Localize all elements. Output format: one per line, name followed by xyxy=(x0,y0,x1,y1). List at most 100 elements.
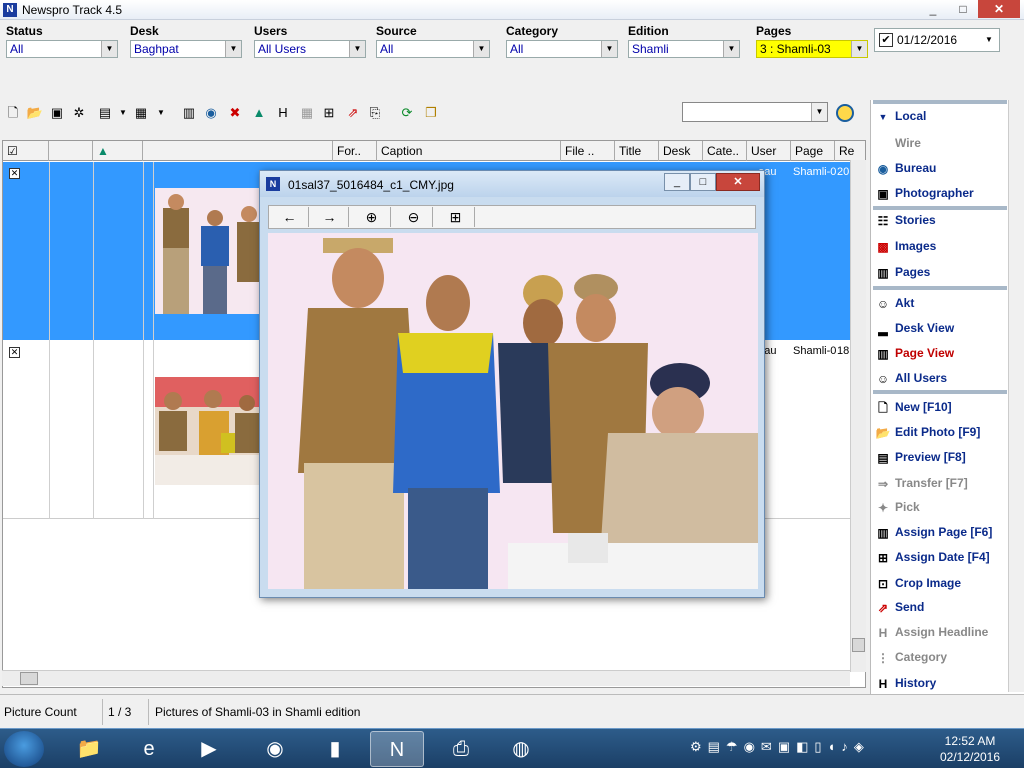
panel-item-assign-headline[interactable]: H Assign Headline xyxy=(875,622,1009,642)
col-format[interactable]: For.. xyxy=(333,141,377,161)
col-thumb[interactable] xyxy=(143,141,333,161)
close-button[interactable]: ✕ xyxy=(978,0,1020,18)
grid-horizontal-scrollbar[interactable] xyxy=(2,670,850,686)
chevron-down-icon[interactable]: ▼ xyxy=(114,104,132,122)
windows-icon[interactable]: ❐ xyxy=(422,104,440,122)
viewer-close-button[interactable]: ✕ xyxy=(716,173,760,191)
forward-arrow-icon[interactable]: → xyxy=(311,207,349,227)
date-checkbox[interactable]: ✔ xyxy=(879,33,893,47)
panel-item-category[interactable]: ⋮ Category xyxy=(875,647,1009,667)
system-clock[interactable]: 12:52 AM 02/12/2016 xyxy=(930,733,1010,765)
source-select[interactable]: All ▼ xyxy=(376,40,490,58)
viewer-photo[interactable] xyxy=(268,233,758,589)
text-h-icon[interactable]: H xyxy=(274,104,292,122)
back-arrow-icon[interactable]: ← xyxy=(271,207,309,227)
save-icon[interactable]: ▣ xyxy=(48,104,66,122)
desk-select[interactable]: Baghpat ▼ xyxy=(130,40,242,58)
panel-item-edit-photo[interactable]: 📂 Edit Photo [F9] xyxy=(875,422,1009,442)
panel-item-pages[interactable]: ▥ Pages xyxy=(875,262,1009,282)
chrome-icon[interactable]: ◉ xyxy=(248,731,302,767)
viewer-minimize-button[interactable]: _ xyxy=(664,173,690,191)
export-icon[interactable]: ⎘ xyxy=(366,104,384,122)
zoom-out-icon[interactable]: ⊖ xyxy=(395,207,433,227)
col-desk[interactable]: Desk xyxy=(659,141,703,161)
col-file[interactable]: File .. xyxy=(561,141,615,161)
category-select[interactable]: All ▼ xyxy=(506,40,618,58)
panel-item-page-view[interactable]: ▥ Page View xyxy=(875,343,1009,363)
col-check[interactable]: ☑ xyxy=(3,141,49,161)
new-file-icon[interactable]: 🗋 xyxy=(4,104,22,122)
row-checkbox[interactable]: ✕ xyxy=(9,347,20,358)
date-value[interactable]: 01/12/2016 xyxy=(897,33,957,47)
chevron-down-icon[interactable]: ▼ xyxy=(349,41,365,57)
refresh-icon[interactable]: ⟳ xyxy=(398,104,416,122)
calendar-12-icon[interactable]: ⊞ xyxy=(320,104,338,122)
media-player-icon[interactable]: ▶ xyxy=(182,731,236,767)
col-page[interactable]: Page xyxy=(791,141,835,161)
panel-item-images[interactable]: ▩ Images xyxy=(875,236,1009,256)
system-tray[interactable]: ⚙▤☂◉✉▣◧▯◖♪◈ xyxy=(690,739,870,755)
layout-icon[interactable]: ▤ xyxy=(96,104,114,122)
panel-item-new[interactable]: 🗋 New [F10] xyxy=(875,397,1009,417)
panel-item-photographer[interactable]: ▣ Photographer xyxy=(875,183,1009,203)
col-flag[interactable] xyxy=(49,141,93,161)
newspro-taskbar-icon[interactable]: N xyxy=(370,731,424,767)
users-select[interactable]: All Users ▼ xyxy=(254,40,366,58)
pages-select[interactable]: 3 : Shamli-03 ▼ xyxy=(756,40,868,58)
cross-arrows-icon[interactable]: ✖ xyxy=(226,104,244,122)
chevron-down-icon[interactable]: ▼ xyxy=(101,41,117,57)
chevron-down-icon[interactable]: ▼ xyxy=(152,104,170,122)
settings-icon[interactable]: ✲ xyxy=(70,104,88,122)
date-picker[interactable]: ✔ 01/12/2016 ▼ xyxy=(874,28,1000,52)
right-panel-scrollbar[interactable] xyxy=(1008,100,1024,692)
col-category[interactable]: Cate.. xyxy=(703,141,747,161)
panel-item-all-users[interactable]: ☺ All Users xyxy=(875,368,1009,388)
scroll-thumb[interactable] xyxy=(20,672,38,685)
col-user[interactable]: User xyxy=(747,141,791,161)
globe-icon[interactable]: ◉ xyxy=(202,104,220,122)
panel-item-assign-date[interactable]: ⊞ Assign Date [F4] xyxy=(875,547,1009,567)
chevron-down-icon[interactable]: ▼ xyxy=(723,41,739,57)
chevron-down-icon[interactable]: ▼ xyxy=(473,41,489,57)
edition-select[interactable]: Shamli ▼ xyxy=(628,40,740,58)
tree-icon[interactable]: ▲ xyxy=(250,104,268,122)
panel-item-pick[interactable]: ✦ Pick xyxy=(875,497,1009,517)
panel-item-akt[interactable]: ☺ Akt xyxy=(875,293,1009,313)
col-title[interactable]: Title xyxy=(615,141,659,161)
panel-item-preview[interactable]: ▤ Preview [F8] xyxy=(875,447,1009,467)
panel-item-assign-page[interactable]: ▥ Assign Page [F6] xyxy=(875,522,1009,542)
status-select[interactable]: All ▼ xyxy=(6,40,118,58)
internet-explorer-icon[interactable]: e xyxy=(122,731,176,767)
panel-item-send[interactable]: ⇗ Send xyxy=(875,597,1009,617)
panel-item-bureau[interactable]: ◉ Bureau xyxy=(875,158,1009,178)
app-launcher-icon[interactable]: ▮ xyxy=(308,731,362,767)
maximize-button[interactable]: □ xyxy=(948,0,978,18)
open-folder-icon[interactable]: 📂 xyxy=(26,104,44,122)
col-re[interactable]: Re xyxy=(835,141,865,161)
chevron-down-icon[interactable]: ▼ xyxy=(981,32,997,48)
panel-item-wire[interactable]: Wire xyxy=(875,133,1009,153)
calculator-icon[interactable]: ▥ xyxy=(180,104,198,122)
panel-item-transfer[interactable]: ⇒ Transfer [F7] xyxy=(875,473,1009,493)
start-button[interactable] xyxy=(4,731,44,767)
file-explorer-icon[interactable]: 📁 xyxy=(62,731,116,767)
zoom-in-icon[interactable]: ⊕ xyxy=(353,207,391,227)
printer-app-icon[interactable]: ⎙ xyxy=(434,731,488,767)
minimize-button[interactable]: _ xyxy=(918,0,948,18)
grid-icon[interactable]: ▦ xyxy=(298,104,316,122)
panel-item-desk-view[interactable]: ▂ Desk View xyxy=(875,318,1009,338)
network-app-icon[interactable]: ◍ xyxy=(494,731,548,767)
panel-item-crop-image[interactable]: ⊡ Crop Image xyxy=(875,573,1009,593)
col-tree[interactable]: ▲ xyxy=(93,141,143,161)
grid-vertical-scrollbar[interactable] xyxy=(850,160,866,672)
search-combo[interactable]: ▼ xyxy=(682,102,828,122)
row-thumbnail[interactable] xyxy=(155,188,261,314)
search-icon[interactable] xyxy=(836,104,854,122)
chevron-down-icon[interactable]: ▼ xyxy=(811,103,827,121)
chevron-down-icon[interactable]: ▼ xyxy=(851,41,867,57)
scroll-thumb[interactable] xyxy=(852,638,865,652)
chevron-down-icon[interactable]: ▼ xyxy=(601,41,617,57)
row-checkbox[interactable]: ✕ xyxy=(9,168,20,179)
fit-to-window-icon[interactable]: ⊞ xyxy=(437,207,475,227)
chevron-down-icon[interactable]: ▼ xyxy=(225,41,241,57)
